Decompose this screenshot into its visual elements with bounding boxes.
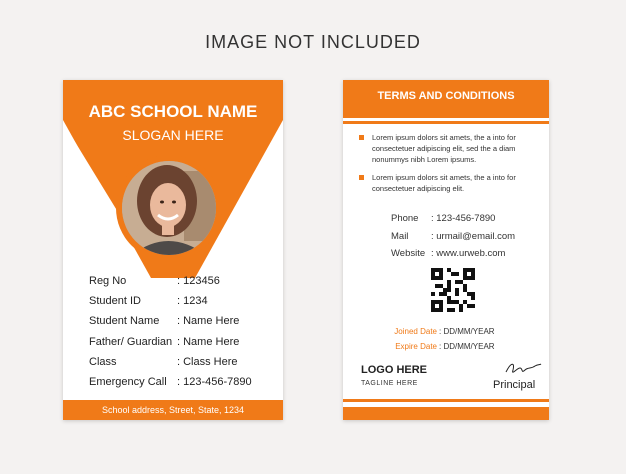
field-row-student-name: Student Name : Name Here (89, 311, 279, 331)
field-value: : 1234 (177, 295, 208, 308)
date-value: : DD/MM/YEAR (439, 327, 495, 336)
tagline: TAGLINE HERE (361, 380, 418, 387)
contact-row-mail: Mail : urmail@email.com (391, 228, 515, 246)
contact-value: : www.urweb.com (431, 248, 506, 259)
contact-row-phone: Phone : 123-456-7890 (391, 210, 515, 228)
field-row-class: Class : Class Here (89, 352, 279, 372)
school-name: ABC SCHOOL NAME (88, 102, 258, 121)
back-header-stripe (343, 121, 549, 124)
terms-item: Lorem ipsum dolors sit amets, the a into… (359, 132, 541, 165)
contact-label: Mail (391, 230, 409, 242)
principal-label: Principal (493, 379, 536, 391)
field-value: : Name Here (177, 315, 240, 328)
student-portrait-image (122, 161, 216, 255)
school-address: School address, Street, State, 1234 (63, 400, 283, 420)
contact-label: Phone (391, 213, 419, 224)
contact-info: Phone : 123-456-7890 Mail : urmail@email.c… (391, 210, 515, 263)
field-row-student-id: Student ID : 1234 (89, 291, 279, 311)
field-row-guardian: Father/ Guardian : Name Here (89, 332, 279, 352)
membership-dates: Joined Date: DD/MM/YEAR Expire Date: DD/… (383, 324, 495, 354)
terms-list: Lorem ipsum dolors sit amets, the a into… (359, 132, 541, 201)
id-card-back: TERMS AND CONDITIONS Lorem ipsum dolors … (343, 80, 549, 420)
bullet-square-icon (359, 175, 364, 180)
contact-label: Website (391, 248, 426, 259)
bullet-square-icon (359, 135, 364, 140)
back-footer-bar (343, 407, 549, 420)
field-row-reg-no: Reg No : 123456 (89, 271, 279, 291)
signature-icon (505, 363, 542, 373)
field-value: : 123-456-7890 (177, 375, 252, 388)
joined-date-row: Joined Date: DD/MM/YEAR (383, 324, 495, 339)
field-label: Class (89, 355, 117, 368)
logo-text: LOGO HERE (361, 364, 428, 376)
terms-text: Lorem ipsum dolors sit amets, the a into… (372, 173, 516, 193)
field-label: Reg No (89, 275, 127, 287)
field-label: Student ID (89, 295, 141, 308)
contact-value: : urmail@email.com (431, 230, 516, 242)
contact-value: : 123-456-7890 (431, 213, 496, 224)
contact-row-website: Website : www.urweb.com (391, 245, 515, 263)
slogan: SLOGAN HERE (122, 127, 224, 143)
qr-code-icon (431, 268, 475, 312)
terms-text: Lorem ipsum dolors sit amets, the a into… (372, 133, 516, 164)
student-info: Reg No : 123456 Student ID : 1234 Student … (89, 271, 279, 392)
banner-title: IMAGE NOT INCLUDED (205, 32, 421, 52)
expire-date-row: Expire Date: DD/MM/YEAR (383, 339, 495, 354)
field-value: : Name Here (177, 335, 240, 348)
field-value: : 123456 (177, 275, 220, 287)
terms-title: TERMS AND CONDITIONS (377, 90, 515, 102)
date-label: Expire Date (395, 342, 437, 351)
date-label: Joined Date (394, 327, 437, 336)
date-value: : DD/MM/YEAR (439, 342, 495, 351)
terms-item: Lorem ipsum dolors sit amets, the a into… (359, 172, 541, 194)
field-label: Emergency Call (89, 375, 167, 388)
back-footer-stripe (343, 399, 549, 402)
field-value: : Class Here (177, 355, 238, 368)
student-photo (122, 161, 216, 255)
field-row-emergency: Emergency Call : 123-456-7890 (89, 372, 279, 392)
id-card-front: ABC SCHOOL NAME SLOGAN HERE Reg No : 1234… (63, 80, 283, 420)
field-label: Father/ Guardian (89, 335, 173, 348)
field-label: Student Name (89, 315, 160, 328)
